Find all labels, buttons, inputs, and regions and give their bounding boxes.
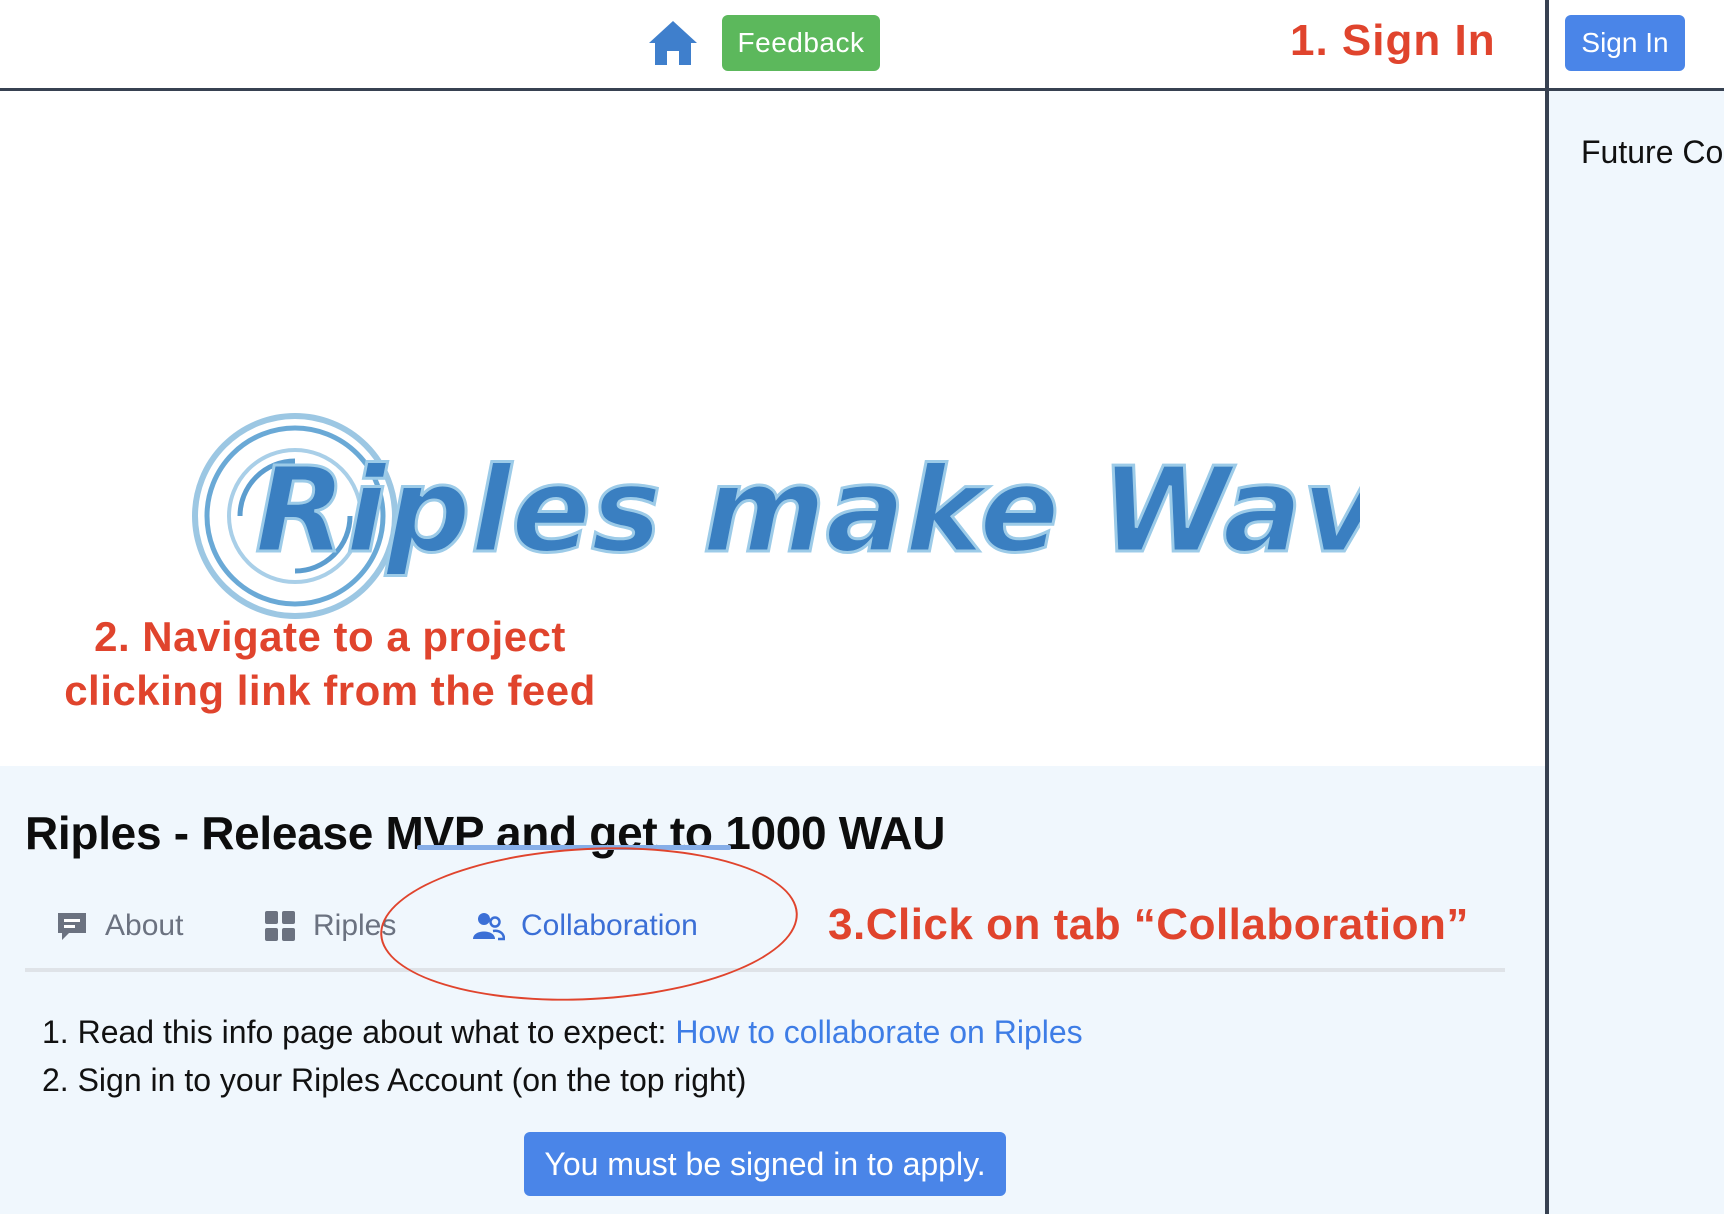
riples-logo: Riples make Waves [192,413,1360,619]
step-1-text: 1. Read this info page about what to exp… [42,1014,676,1050]
collaboration-steps: 1. Read this info page about what to exp… [42,1008,1083,1104]
tab-riples[interactable]: Riples [263,884,396,968]
active-tab-indicator [417,845,731,850]
tab-about-label: About [105,909,184,942]
grid-icon [263,909,297,943]
users-icon [471,909,506,943]
collaborate-guide-link[interactable]: How to collaborate on Riples [675,1014,1082,1050]
step-item-1: 1. Read this info page about what to exp… [42,1008,1083,1056]
tab-collaboration-label: Collaboration [521,909,698,942]
step-item-2: 2. Sign in to your Riples Account (on th… [42,1062,747,1098]
hero-banner: Riples make Waves 2. Navigate to a proje… [0,94,1545,766]
annotation-step-2: 2. Navigate to a project clicking link f… [64,613,596,714]
tab-collaboration[interactable]: Collaboration [471,884,698,968]
tab-riples-label: Riples [313,909,397,942]
project-title: Riples - Release MVP and get to 1000 WAU [25,807,946,859]
svg-text:Riples make Waves: Riples make Waves [255,441,1360,579]
right-top-bar: Sign In [1549,0,1724,91]
right-pane: Sign In Future Co [1549,0,1724,1214]
annotation-step-1: 1. Sign In [1290,16,1496,65]
annotation-step-3: 3.Click on tab “Collaboration” [828,900,1469,949]
apply-button[interactable]: You must be signed in to apply. [524,1132,1006,1196]
top-navbar: Feedback 1. Sign In [0,0,1547,91]
chat-icon [55,909,89,943]
sign-in-button[interactable]: Sign In [1565,15,1685,71]
tab-about[interactable]: About [55,884,183,968]
home-icon[interactable] [646,17,700,71]
right-pane-text: Future Co [1581,134,1724,170]
feedback-button[interactable]: Feedback [722,15,880,71]
